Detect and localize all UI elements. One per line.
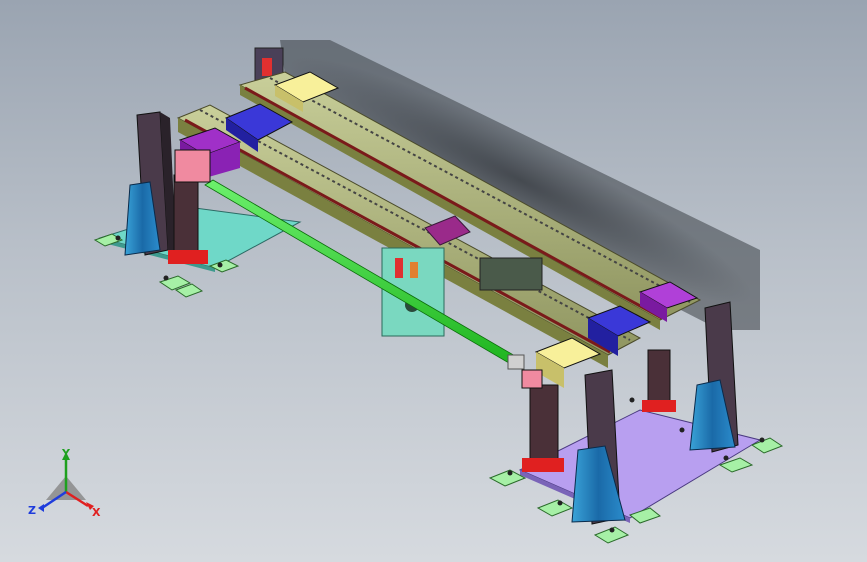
- left-front-post-outer[interactable]: [124, 111, 176, 256]
- y-axis-label: Y: [61, 448, 71, 460]
- orientation-triad[interactable]: Y X Z: [26, 448, 106, 522]
- right-front-post-inner[interactable]: [522, 384, 564, 472]
- cad-model-scene[interactable]: [0, 0, 867, 562]
- z-axis-label: Z: [28, 504, 36, 517]
- x-axis-label: X: [92, 506, 101, 519]
- 3d-viewport[interactable]: Y X Z: [0, 0, 867, 562]
- right-back-inner-post[interactable]: [642, 349, 676, 412]
- left-pink-block[interactable]: [174, 149, 211, 183]
- right-back-post[interactable]: [689, 301, 739, 453]
